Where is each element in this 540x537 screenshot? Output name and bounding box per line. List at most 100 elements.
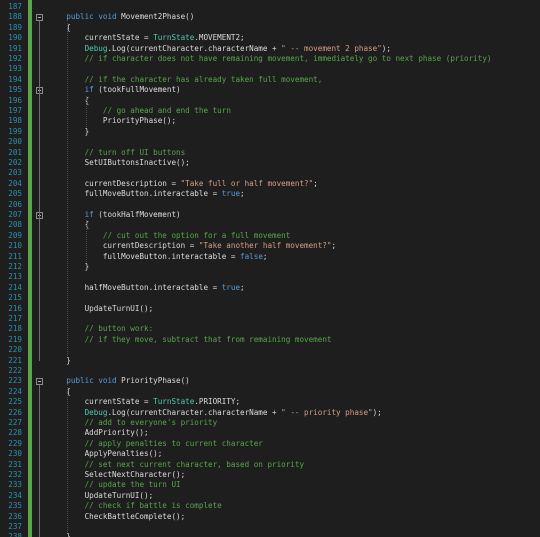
code-line[interactable]: UpdateTurnUI(); <box>48 304 540 314</box>
code-line[interactable]: SetUIButtonsInactive(); <box>48 158 540 168</box>
code-token: "Take another half movement?" <box>198 241 332 251</box>
code-line[interactable]: } <box>48 262 540 272</box>
code-line[interactable] <box>48 366 540 376</box>
code-token: currentState = <box>48 397 154 407</box>
code-line[interactable]: // button work: <box>48 324 540 334</box>
code-token: ); <box>372 407 382 417</box>
code-line[interactable]: AddPriority(); <box>48 428 540 438</box>
code-line[interactable]: } <box>48 532 540 537</box>
code-line[interactable]: // apply penalties to current character <box>48 439 540 449</box>
code-line[interactable]: currentDescription = "Take full or half … <box>48 179 540 189</box>
code-line[interactable]: // turn off UI buttons <box>48 148 540 158</box>
code-token: TurnState <box>153 33 195 43</box>
code-line[interactable]: public void Movement2Phase() <box>48 12 540 22</box>
line-number: 235 <box>8 501 22 511</box>
line-number: 200 <box>8 137 22 147</box>
code-line[interactable] <box>48 293 540 303</box>
code-line[interactable] <box>48 137 540 147</box>
code-line[interactable]: halfMoveButton.interactable = true; <box>48 283 540 293</box>
code-line[interactable]: } <box>48 127 540 137</box>
line-number: 216 <box>8 303 22 313</box>
line-number: 213 <box>8 272 22 282</box>
code-line[interactable]: // if the character has already taken fu… <box>48 75 540 85</box>
code-line[interactable]: // set next current character, based on … <box>48 460 540 470</box>
collapse-minus-icon[interactable] <box>36 377 43 385</box>
code-line[interactable]: // if they move, subtract that from rema… <box>48 335 540 345</box>
code-line[interactable]: SelectNextCharacter(); <box>48 470 540 480</box>
indent-guide <box>67 22 69 356</box>
code-token: halfMoveButton.interactable = <box>48 282 222 292</box>
line-number: 212 <box>8 262 22 271</box>
code-line[interactable]: // if character does not have remaining … <box>48 54 540 64</box>
line-number: 203 <box>8 168 22 178</box>
line-number: 231 <box>8 459 22 469</box>
line-number: 211 <box>8 251 22 261</box>
code-line[interactable]: if (tookHalfMovement) <box>48 210 540 220</box>
code-line[interactable]: UpdateTurnUI(); <box>48 491 540 501</box>
collapse-minus-icon[interactable] <box>36 13 43 21</box>
code-line[interactable]: Debug.Log(currentCharacter.characterName… <box>48 44 540 54</box>
code-token: " -- movement 2 phase" <box>281 43 382 53</box>
code-line[interactable]: { <box>48 23 540 33</box>
code-line[interactable]: } <box>48 356 540 366</box>
line-number: 224 <box>8 386 22 396</box>
line-number: 188 <box>8 12 22 22</box>
line-number: 191 <box>8 43 22 53</box>
line-number: 237 <box>8 522 22 531</box>
code-token: fullMoveButton.interactable = <box>48 189 222 199</box>
code-token: ; <box>240 282 245 292</box>
code-line[interactable]: { <box>48 96 540 106</box>
code-line[interactable]: public void PriorityPhase() <box>48 376 540 386</box>
code-line[interactable]: // update the turn UI <box>48 480 540 490</box>
code-line[interactable]: fullMoveButton.interactable = true; <box>48 189 540 199</box>
code-line[interactable]: Debug.Log(currentCharacter.characterName… <box>48 408 540 418</box>
code-line[interactable] <box>48 2 540 12</box>
code-line[interactable]: currentState = TurnState.PRIORITY; <box>48 397 540 407</box>
code-token: currentDescription = <box>48 241 199 251</box>
code-line[interactable] <box>48 200 540 210</box>
line-number: 233 <box>8 480 22 490</box>
code-text-area[interactable]: public void Movement2Phase() { currentSt… <box>48 0 540 537</box>
code-token: UpdateTurnUI(); <box>48 303 154 313</box>
code-token: AddPriority(); <box>48 428 149 438</box>
code-line[interactable]: // check if battle is complete <box>48 501 540 511</box>
code-line[interactable] <box>48 272 540 282</box>
code-line[interactable] <box>48 168 540 178</box>
code-line[interactable] <box>48 522 540 532</box>
code-line[interactable]: fullMoveButton.interactable = false; <box>48 252 540 262</box>
line-number: 199 <box>8 126 22 136</box>
code-line[interactable]: CheckBattleComplete(); <box>48 512 540 522</box>
code-editor[interactable]: 187 188 189 190 191 192 193 194 195 196 197 198 199 2… <box>0 0 540 537</box>
code-line[interactable]: // add to everyone's priority <box>48 418 540 428</box>
code-line[interactable]: PriorityPhase(); <box>48 116 540 126</box>
line-number: 201 <box>8 147 22 157</box>
line-number: 198 <box>8 116 22 126</box>
code-line[interactable] <box>48 64 540 74</box>
line-number: 221 <box>8 355 22 365</box>
code-token: UpdateTurnUI(); <box>48 490 154 500</box>
line-number: 217 <box>8 314 22 323</box>
code-line[interactable]: { <box>48 387 540 397</box>
code-line[interactable]: // cut out the option for a full movemen… <box>48 231 540 241</box>
code-line[interactable]: { <box>48 220 540 230</box>
code-token: if <box>84 210 94 219</box>
code-token: "Take full or half movement?" <box>180 178 314 188</box>
code-line[interactable]: // go ahead and end the turn <box>48 106 540 116</box>
code-line[interactable]: if (tookFullMovement) <box>48 85 540 95</box>
code-token: if <box>84 85 94 95</box>
code-line[interactable] <box>48 314 540 324</box>
code-line[interactable] <box>48 345 540 355</box>
code-line[interactable]: currentState = TurnState.MOVEMENT2; <box>48 33 540 43</box>
code-token: ; <box>262 251 268 261</box>
code-token: ; <box>331 241 337 251</box>
line-number: 190 <box>8 33 22 43</box>
code-token: // check if battle is complete <box>84 501 222 511</box>
code-line[interactable]: ApplyPenalties(); <box>48 449 540 459</box>
code-token: .Log(currentCharacter.characterName + <box>107 43 282 53</box>
code-line[interactable]: currentDescription = "Take another half … <box>48 241 540 251</box>
